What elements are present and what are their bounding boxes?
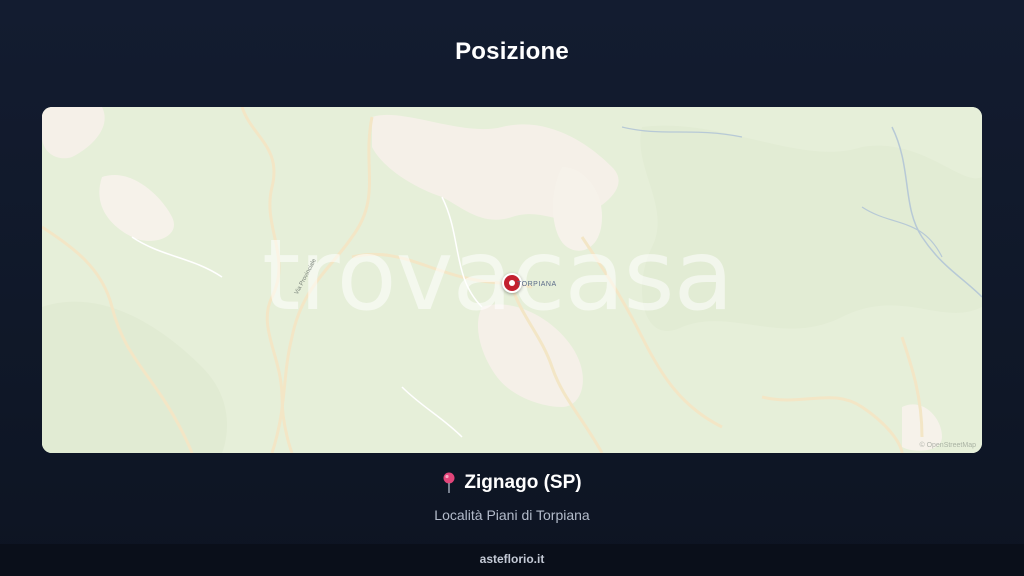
location-map[interactable]: trovacasa Via Provinciale TORPIANA © Ope… — [42, 107, 982, 453]
map-pin-icon — [442, 472, 456, 494]
map-attribution: © OpenStreetMap — [919, 442, 976, 449]
footer-site[interactable]: asteflorio.it — [0, 544, 1024, 576]
watermark-text: trovacasa — [262, 219, 734, 333]
location-name: Zignago (SP) — [464, 472, 582, 493]
location-title: Zignago (SP) — [442, 472, 582, 494]
location-detail: Località Piani di Torpiana — [434, 507, 590, 523]
location-info: Zignago (SP) Località Piani di Torpiana — [0, 472, 1024, 523]
map-place-label: TORPIANA — [517, 281, 557, 288]
page-title: Posizione — [455, 38, 569, 65]
